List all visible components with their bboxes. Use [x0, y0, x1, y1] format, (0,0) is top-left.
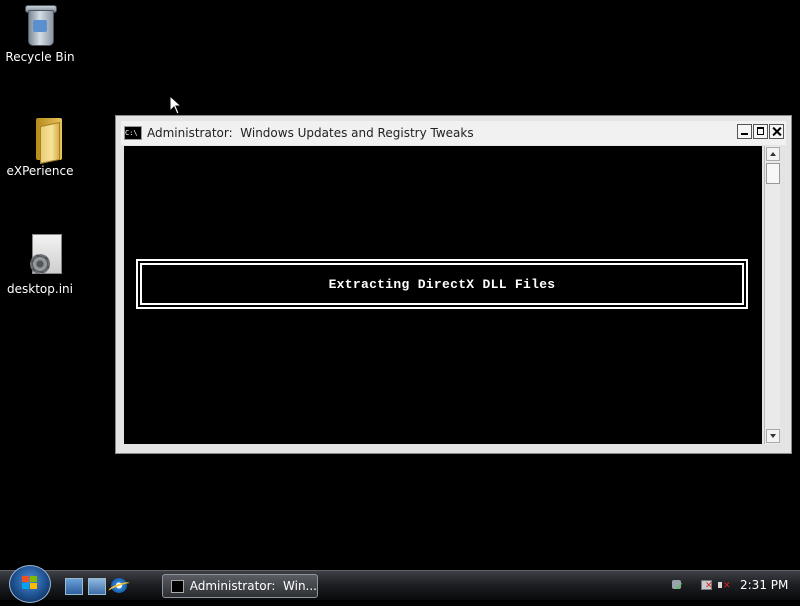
- console-output-area[interactable]: Extracting DirectX DLL Files: [124, 146, 762, 444]
- desktop-icon-desktop-ini[interactable]: desktop.ini: [0, 232, 80, 296]
- settings-file-icon: [16, 232, 64, 280]
- taskbar: Administrator: Win... 2:31 PM: [0, 565, 800, 603]
- window-title: Administrator: Windows Updates and Regis…: [147, 126, 474, 140]
- cmd-icon: [171, 579, 184, 593]
- cmd-icon: C:\: [124, 126, 142, 140]
- clock[interactable]: 2:31 PM: [740, 578, 788, 592]
- close-button[interactable]: [769, 124, 784, 139]
- mouse-cursor-icon: [169, 95, 183, 115]
- message-box: Extracting DirectX DLL Files: [136, 259, 748, 309]
- desktop-icon-recycle-bin[interactable]: Recycle Bin: [0, 0, 80, 64]
- system-tray: 2:31 PM: [664, 571, 800, 601]
- scroll-down-button[interactable]: [766, 429, 780, 443]
- show-desktop-icon[interactable]: [65, 578, 83, 595]
- status-message: Extracting DirectX DLL Files: [328, 276, 556, 292]
- windows-start-icon: [22, 576, 37, 589]
- recycle-bin-icon: [16, 0, 64, 48]
- taskbar-button-console[interactable]: Administrator: Win...: [162, 574, 318, 598]
- desktop-icon-label: desktop.ini: [7, 282, 73, 296]
- switch-windows-icon[interactable]: [88, 578, 106, 595]
- scroll-up-button[interactable]: [766, 147, 780, 161]
- minimize-button[interactable]: [737, 124, 752, 139]
- taskbar-button-label: Administrator: Win...: [189, 579, 317, 593]
- maximize-button[interactable]: [753, 124, 768, 139]
- folder-icon: [16, 114, 64, 165]
- start-button[interactable]: [9, 565, 51, 603]
- desktop-icon-label: Recycle Bin: [5, 50, 75, 64]
- internet-explorer-icon[interactable]: [111, 578, 127, 593]
- network-disconnected-icon[interactable]: [700, 578, 714, 592]
- window-titlebar[interactable]: C:\ Administrator: Windows Updates and R…: [121, 121, 786, 145]
- volume-muted-icon[interactable]: [717, 578, 731, 592]
- desktop-icon-label: eXPerience: [6, 164, 74, 178]
- windows-security-icon[interactable]: [670, 578, 684, 593]
- console-window[interactable]: C:\ Administrator: Windows Updates and R…: [115, 115, 792, 454]
- vertical-scrollbar[interactable]: [764, 146, 780, 444]
- scrollbar-thumb[interactable]: [766, 163, 780, 184]
- desktop-icon-experience-folder[interactable]: eXPerience: [0, 114, 80, 178]
